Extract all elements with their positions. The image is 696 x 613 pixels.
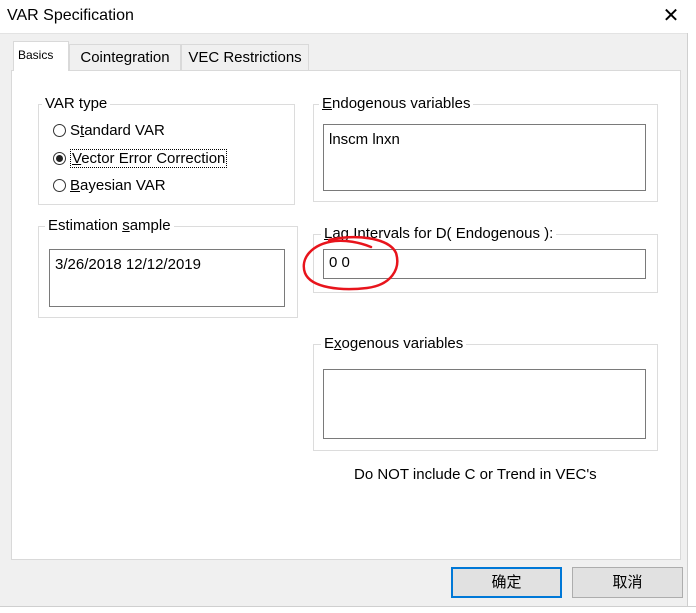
tab-basics[interactable]: Basics [13, 41, 69, 71]
background-window-edge [0, 606, 696, 613]
var-type-legend: VAR type [42, 95, 111, 113]
ok-button[interactable]: 确定 [451, 567, 562, 598]
endogenous-legend: Endogenous variables [319, 95, 474, 113]
lag-intervals-field[interactable]: 0 0 [323, 249, 646, 279]
close-icon[interactable]: ✕ [654, 2, 688, 30]
radio-vector-error-correction[interactable]: Vector Error Correction [53, 149, 228, 168]
lag-intervals-legend: Lag Intervals for D( Endogenous ): [321, 225, 557, 243]
tab-cointegration[interactable]: Cointegration [69, 44, 181, 70]
estimation-sample-field[interactable]: 3/26/2018 12/12/2019 [49, 249, 285, 307]
background-window-edge [687, 33, 696, 613]
endogenous-field[interactable]: lnscm lnxn [323, 124, 646, 191]
radio-checked-icon[interactable] [53, 152, 66, 165]
exogenous-legend: Exogenous variables [321, 335, 467, 353]
bayesian-var-label: Bayesian VAR [70, 177, 166, 194]
estimation-sample-legend: Estimation sample [45, 217, 174, 235]
radio-unchecked-icon[interactable] [53, 124, 66, 137]
radio-bayesian-var[interactable]: Bayesian VAR [53, 177, 166, 194]
tab-vec-restrictions[interactable]: VEC Restrictions [181, 44, 309, 70]
radio-standard-var[interactable]: Standard VAR [53, 122, 165, 139]
standard-var-label: Standard VAR [70, 122, 165, 139]
vector-error-correction-label: Vector Error Correction [70, 149, 228, 168]
title-bar: VAR Specification ✕ [0, 0, 696, 34]
exogenous-field[interactable] [323, 369, 646, 439]
vec-note: Do NOT include C or Trend in VEC's [354, 466, 597, 483]
window-title: VAR Specification [7, 7, 134, 24]
cancel-button[interactable]: 取消 [572, 567, 683, 598]
radio-unchecked-icon[interactable] [53, 179, 66, 192]
